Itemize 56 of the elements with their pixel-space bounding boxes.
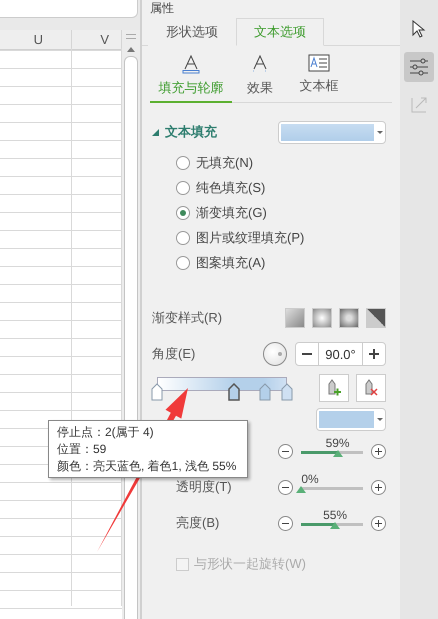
fill-option[interactable]: 图片或纹理填充(P) [176,228,386,248]
slider-reading: 59% [326,437,350,449]
letter-a-underline-icon [181,54,201,74]
slider-label: 透明度(T) [175,478,232,496]
collapse-triangle-icon [152,128,159,136]
remove-stop-button[interactable] [356,374,386,402]
panel-title: 属性 [150,0,174,17]
splitter-icon[interactable] [126,34,136,39]
fill-option[interactable]: 无填充(N) [176,153,386,173]
plus-icon[interactable] [371,480,386,494]
stop-color-dropdown[interactable] [316,408,386,430]
minus-icon[interactable] [278,444,293,458]
slider-thumb[interactable] [332,450,343,457]
cursor-icon [412,20,426,38]
text-box-icon [308,54,330,72]
gradient-style-label: 渐变样式(R) [152,309,222,327]
tooltip-line: 颜色：亮天蓝色, 着色1, 浅色 55% [57,458,238,474]
plus-icon[interactable] [371,516,386,530]
plus-icon[interactable] [371,444,386,458]
settings-icon [409,58,429,76]
rotate-frame-icon [410,96,428,114]
dropdown-caret-icon [377,418,383,420]
section-heading[interactable]: 文本填充 [152,123,217,141]
slider-label: 亮度(B) [175,514,220,532]
column-header[interactable]: U [0,30,72,50]
sub-tab[interactable]: 文本框 [288,46,350,103]
slider-reading: 0% [301,473,319,485]
column-header[interactable]: V [72,30,122,50]
fill-option[interactable]: 纯色填充(S) [176,178,386,198]
slider-thumb[interactable] [330,522,340,529]
add-stop-button[interactable] [319,374,349,402]
tooltip-line: 位置：59 [57,441,108,457]
gradient-style-swatch[interactable] [366,308,386,328]
gradient-stop[interactable] [228,383,240,401]
angle-spinbox[interactable]: 90.0° [295,342,386,366]
slider-reading: 55% [323,509,348,521]
gradient-style-swatch[interactable] [312,308,332,328]
tooltip-line: 停止点：2(属于 4) [57,424,155,440]
gradient-stop[interactable] [151,383,163,401]
fill-color-dropdown[interactable] [278,120,386,144]
gradient-bar[interactable] [157,377,287,391]
slider-thumb[interactable] [296,486,306,493]
scroll-up-icon[interactable] [127,47,135,52]
dropdown-caret-icon [377,130,383,134]
gradient-style-swatch[interactable] [339,308,359,328]
fill-option[interactable]: 图案填充(A) [176,253,386,273]
fill-option[interactable]: 渐变填充(G) [176,203,386,223]
add-stop-icon [327,379,341,397]
toolbar-button[interactable] [404,52,434,82]
sub-tab[interactable]: 效果 [232,46,288,103]
remove-stop-icon [364,379,378,397]
minus-icon[interactable] [278,516,293,530]
angle-dial[interactable] [263,342,287,366]
gradient-style-swatch[interactable] [285,308,305,328]
minus-icon[interactable] [278,480,293,494]
angle-label: 角度(E) [152,345,196,363]
